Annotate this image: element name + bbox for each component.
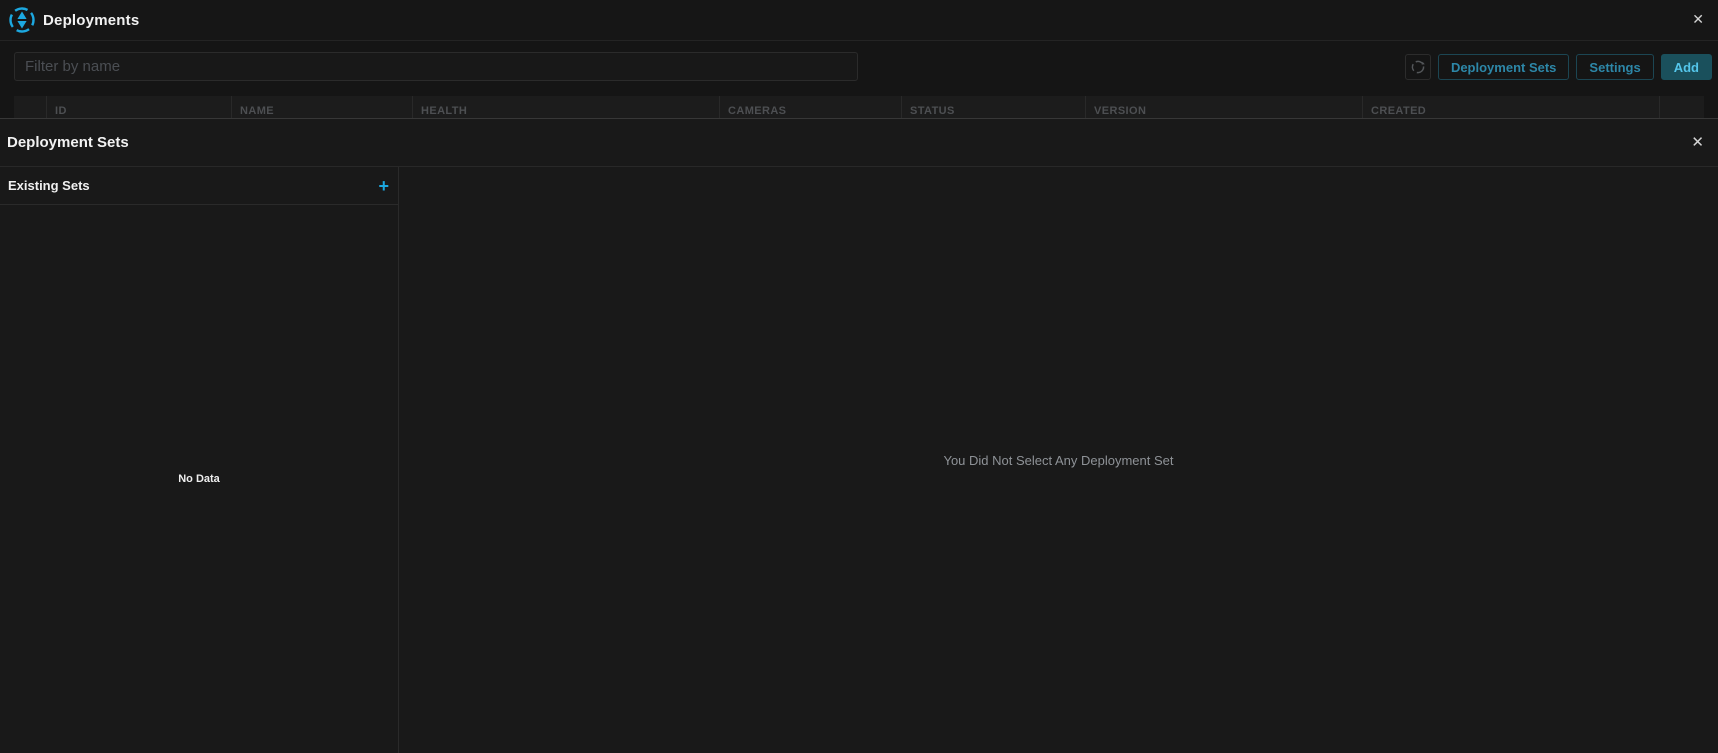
panel-title: Deployment Sets [7, 134, 129, 151]
panel-main: You Did Not Select Any Deployment Set [399, 167, 1718, 753]
panel-close-button[interactable]: ✕ [1691, 135, 1704, 150]
window-close-button[interactable]: ✕ [1692, 13, 1704, 27]
panel-header: Deployment Sets ✕ [0, 119, 1718, 167]
deployment-sets-panel: Deployment Sets ✕ Existing Sets + No Dat… [0, 118, 1718, 753]
toolbar: Deployment Sets Settings Add [0, 41, 1718, 96]
app-logo-icon [8, 6, 36, 34]
sidebar-empty-state: No Data [0, 205, 398, 753]
titlebar: Deployments ✕ [0, 0, 1718, 41]
deployment-sets-button[interactable]: Deployment Sets [1437, 54, 1570, 80]
add-button[interactable]: Add [1660, 54, 1712, 80]
sidebar-title: Existing Sets [8, 178, 90, 193]
sidebar-header: Existing Sets + [0, 167, 398, 205]
add-set-button[interactable]: + [378, 177, 389, 195]
no-data-text: No Data [178, 473, 220, 485]
refresh-icon [1410, 59, 1426, 75]
no-selection-message: You Did Not Select Any Deployment Set [943, 452, 1174, 468]
page-title: Deployments [43, 11, 140, 29]
refresh-button[interactable] [1404, 54, 1431, 80]
settings-button[interactable]: Settings [1576, 54, 1654, 80]
toolbar-actions: Deployment Sets Settings Add [1404, 54, 1712, 80]
filter-input[interactable] [14, 52, 858, 81]
panel-body: Existing Sets + No Data You Did Not Sele… [0, 167, 1718, 753]
existing-sets-sidebar: Existing Sets + No Data [0, 167, 399, 753]
